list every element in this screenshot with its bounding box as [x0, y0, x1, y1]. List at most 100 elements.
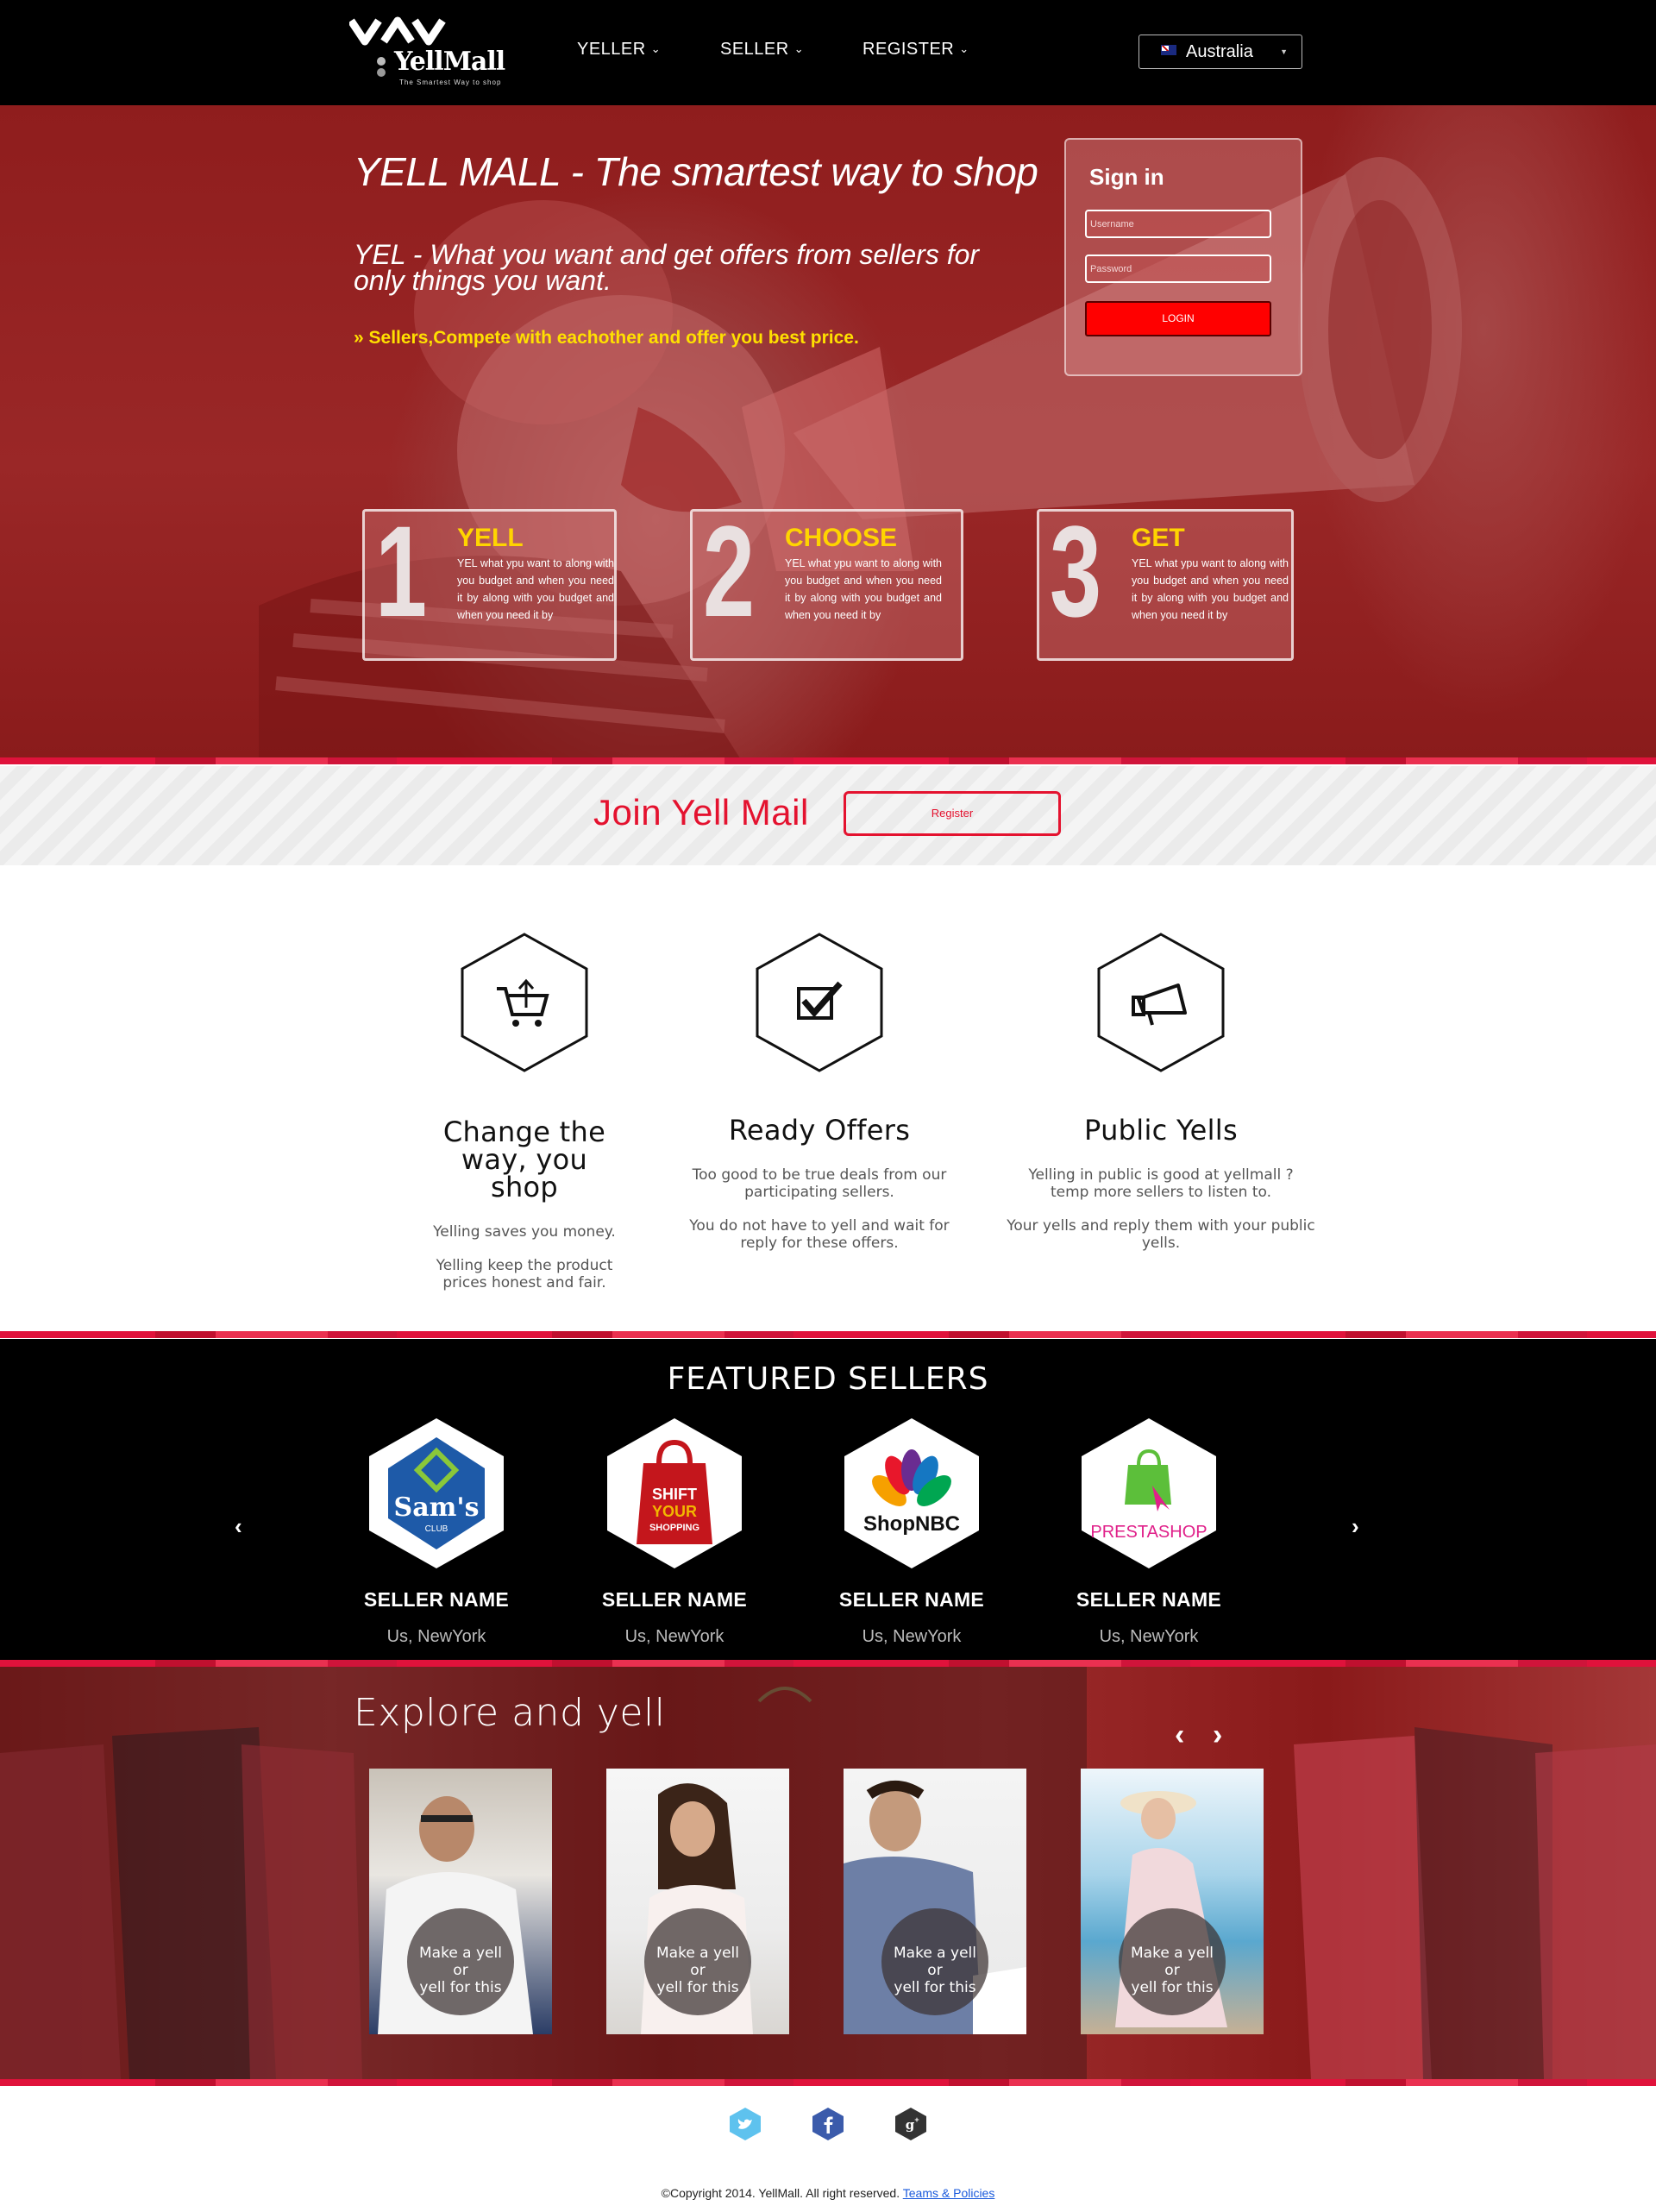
feature-ready-offers: Ready Offers Too good to be true deals f…	[664, 932, 975, 1252]
card-line: Make a yell	[1131, 1945, 1214, 1962]
nav-yeller[interactable]: YELLER ⌄	[577, 40, 661, 60]
seller-name: SELLER NAME	[363, 1588, 510, 1611]
make-a-yell-button[interactable]: Make a yell or yell for this	[881, 1908, 988, 2015]
explore-card[interactable]: Make a yell or yell for this	[606, 1769, 789, 2034]
card-line: or	[690, 1962, 706, 1979]
seller-card[interactable]: Sam's CLUB SELLER NAME Us, NewYork	[342, 1417, 531, 1647]
card-line: or	[1164, 1962, 1180, 1979]
hero-section: YELL MALL - The smartest way to shop YEL…	[0, 105, 1656, 759]
explore-title: Explore and yell	[354, 1691, 666, 1735]
nav-seller[interactable]: SELLER ⌄	[720, 40, 804, 60]
make-a-yell-button[interactable]: Make a yell or yell for this	[644, 1908, 751, 2015]
megaphone-icon	[1097, 933, 1225, 1072]
join-section: Join Yell Mail Register	[0, 766, 1656, 865]
step-text: YEL what ypu want to along with you budg…	[785, 557, 942, 621]
hero-woman-megaphone-image	[259, 157, 1462, 759]
feature-text: Too good to be true deals from our parti…	[692, 1166, 947, 1201]
chevron-right-icon[interactable]: ›	[1213, 1719, 1222, 1752]
nav-label: REGISTER	[862, 40, 955, 59]
password-input[interactable]	[1085, 255, 1271, 283]
step-text: YEL what ypu want to along with you budg…	[457, 557, 614, 621]
seller-location: Us, NewYork	[386, 1627, 486, 1646]
feature-title: Ready Offers	[728, 1114, 911, 1147]
make-a-yell-button[interactable]: Make a yell or yell for this	[1119, 1908, 1226, 2015]
header: YellMall The Smartest Way to shop YELLER…	[0, 0, 1656, 105]
hero-title: YELL MALL - The smartest way to shop	[354, 149, 1038, 194]
step-text: YEL what ypu want to along with you budg…	[1132, 557, 1289, 621]
color-band	[0, 2079, 1656, 2086]
australia-flag-icon	[1161, 45, 1176, 55]
card-line: Make a yell	[656, 1945, 739, 1962]
featured-sellers-title: FEATURED SELLERS	[667, 1361, 989, 1397]
chevron-down-icon: ⌄	[959, 42, 969, 55]
chevron-down-icon: ⌄	[794, 42, 805, 55]
feature-text: Yelling keep the product prices honest a…	[436, 1257, 613, 1291]
step-title: GET	[1132, 524, 1185, 552]
terms-policies-link[interactable]: Teams & Policies	[903, 2186, 995, 2200]
feature-title: Change the way, you shop	[442, 1115, 606, 1203]
svg-text:SHOPPING: SHOPPING	[649, 1523, 699, 1533]
caret-down-icon: ▼	[1280, 47, 1288, 56]
yellmall-logo[interactable]: YellMall The Smartest Way to shop	[349, 16, 513, 91]
seller-logo-sub: CLUB	[425, 1524, 448, 1534]
nav-register[interactable]: REGISTER ⌄	[862, 40, 969, 60]
seller-location: Us, NewYork	[624, 1627, 724, 1646]
feature-text: Your yells and reply them with your publ…	[1007, 1217, 1315, 1252]
facebook-icon[interactable]	[811, 2107, 845, 2141]
svg-text:SHIFT: SHIFT	[652, 1486, 697, 1503]
seller-card[interactable]: SHIFT YOUR SHOPPING SELLER NAME Us, NewY…	[580, 1417, 769, 1647]
step-card-yell: 1 YELL YEL what ypu want to along with y…	[362, 499, 617, 661]
hero-subtitle: YEL - What you want and get offers from …	[354, 239, 980, 296]
signin-title: Sign in	[1089, 164, 1164, 190]
feature-public-yells: Public Yells Yelling in public is good a…	[1006, 932, 1316, 1252]
card-line: yell for this	[1131, 1979, 1214, 1996]
nav-label: YELLER	[577, 40, 646, 59]
checkbox-icon	[756, 933, 883, 1072]
seller-location: Us, NewYork	[862, 1627, 962, 1646]
seller-location: Us, NewYork	[1099, 1627, 1199, 1646]
brand-tagline: The Smartest Way to shop	[399, 79, 502, 86]
chevron-left-icon[interactable]: ‹	[1175, 1719, 1184, 1752]
feature-text: Yelling in public is good at yellmall ? …	[1028, 1166, 1294, 1201]
color-band	[0, 1331, 1656, 1338]
shopnbc-peacock-logo-icon: ShopNBC	[844, 1418, 979, 1568]
feature-title: Public Yells	[1084, 1114, 1238, 1147]
seller-logo-text: ShopNBC	[863, 1512, 960, 1536]
explore-card[interactable]: Make a yell or yell for this	[1081, 1769, 1264, 2034]
explore-card[interactable]: Make a yell or yell for this	[369, 1769, 552, 2034]
twitter-icon[interactable]	[728, 2107, 762, 2141]
make-a-yell-button[interactable]: Make a yell or yell for this	[407, 1908, 514, 2015]
seller-name: SELLER NAME	[601, 1588, 748, 1611]
seller-card[interactable]: PRESTASHOP SELLER NAME Us, NewYork	[1054, 1417, 1244, 1647]
chevron-left-icon[interactable]: ‹	[235, 1513, 242, 1540]
card-line: yell for this	[656, 1979, 739, 1996]
nav-label: SELLER	[720, 40, 789, 59]
card-line: or	[927, 1962, 943, 1979]
card-line: Make a yell	[894, 1945, 976, 1962]
username-input[interactable]	[1085, 210, 1271, 238]
prestashop-logo-icon: PRESTASHOP	[1082, 1418, 1216, 1568]
register-button[interactable]: Register	[844, 791, 1061, 836]
join-title: Join Yell Mail	[593, 792, 809, 833]
copyright: ©Copyright 2014. YellMall. All right res…	[0, 2186, 1656, 2200]
sams-club-logo-icon: Sam's CLUB	[369, 1418, 504, 1568]
seller-name: SELLER NAME	[1076, 1588, 1222, 1611]
google-plus-icon[interactable]: g +	[894, 2107, 928, 2141]
step-number: 1	[375, 499, 428, 644]
step-number: 2	[703, 499, 756, 644]
copyright-text: ©Copyright 2014. YellMall. All right res…	[661, 2186, 900, 2200]
chevron-right-icon[interactable]: ›	[1352, 1513, 1359, 1540]
feature-text: You do not have to yell and wait for rep…	[689, 1217, 950, 1252]
seller-logo-text: PRESTASHOP	[1090, 1523, 1207, 1542]
featured-sellers-section: FEATURED SELLERS ‹ › Sam's CLUB SELLER N…	[0, 1339, 1656, 1660]
color-band	[0, 1660, 1656, 1667]
country-select[interactable]: Australia ▼	[1138, 35, 1302, 69]
seller-name: SELLER NAME	[838, 1588, 985, 1611]
seller-card[interactable]: ShopNBC SELLER NAME Us, NewYork	[817, 1417, 1007, 1647]
explore-card[interactable]: Make a yell or yell for this	[844, 1769, 1026, 2034]
explore-section: Explore and yell ‹ › Make a yell or yell f…	[0, 1667, 1656, 2079]
login-button[interactable]: LOGIN	[1085, 301, 1271, 336]
card-line: yell for this	[419, 1979, 502, 1996]
seller-logo-text: Sam's	[394, 1492, 480, 1523]
card-line: yell for this	[894, 1979, 976, 1996]
